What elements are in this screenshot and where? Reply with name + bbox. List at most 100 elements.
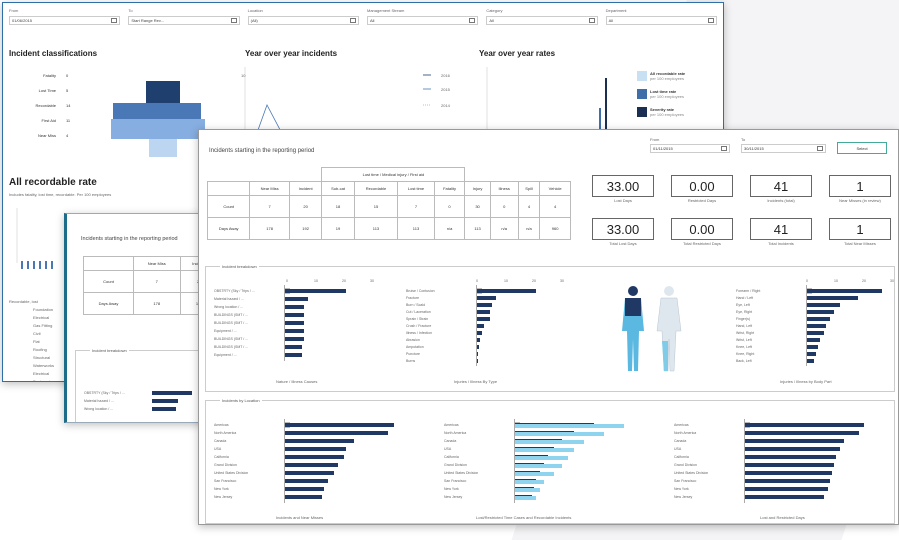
bar[interactable] — [284, 495, 322, 499]
select-button[interactable]: Select — [837, 142, 887, 154]
section-title: Incident breakdown — [90, 348, 129, 353]
filter-select[interactable]: Start Range Rev... — [128, 16, 240, 25]
chart-caption-causes: Nature / Illness Causes — [276, 379, 318, 384]
bar[interactable] — [806, 352, 816, 356]
bar[interactable] — [284, 345, 302, 349]
kpi-card: 1 Near Misses (in review) — [829, 175, 891, 203]
bar[interactable] — [806, 317, 830, 321]
bar[interactable] — [744, 479, 830, 483]
bar-secondary[interactable] — [514, 472, 554, 476]
bar[interactable] — [744, 447, 840, 451]
bar-secondary[interactable] — [514, 488, 540, 492]
category-label: Gas Fitting — [33, 323, 53, 328]
bar-secondary[interactable] — [514, 448, 574, 452]
incident-breakdown-section: Incident breakdown OBSTRTY (Sky / Trips … — [205, 264, 895, 392]
bar-secondary[interactable] — [514, 480, 544, 484]
bar[interactable] — [284, 487, 324, 491]
bar[interactable] — [284, 313, 304, 317]
bar[interactable] — [744, 487, 828, 491]
filter-dropdown-icon[interactable] — [111, 18, 118, 23]
bar[interactable] — [152, 399, 178, 403]
table-header-cell: Injury — [464, 181, 491, 196]
bar[interactable] — [284, 479, 328, 483]
bar[interactable] — [744, 431, 859, 435]
axis-line — [514, 419, 515, 503]
bar[interactable] — [284, 463, 338, 467]
table-cell: 7 — [132, 270, 181, 293]
table-cell: 20 — [288, 195, 323, 218]
filter-select[interactable]: 01/06/2015 — [9, 16, 121, 25]
bar-secondary[interactable] — [514, 456, 568, 460]
bar[interactable] — [284, 321, 304, 325]
bar-label: New Jersey — [674, 495, 693, 499]
bar-secondary[interactable] — [514, 464, 562, 468]
bar[interactable] — [284, 439, 354, 443]
bar-label: Abrasion — [406, 338, 420, 342]
bar[interactable] — [744, 463, 834, 467]
bar-label: United States Division — [444, 471, 479, 475]
bar[interactable] — [284, 337, 304, 341]
filter-dropdown-icon[interactable] — [230, 18, 237, 23]
bar[interactable] — [152, 407, 176, 411]
axis-tick: 20 — [532, 279, 536, 283]
bar[interactable] — [476, 310, 490, 314]
bar[interactable] — [806, 331, 824, 335]
bar-secondary[interactable] — [514, 432, 604, 436]
filter-dropdown-icon[interactable] — [707, 18, 714, 23]
filter-dropdown-icon[interactable] — [349, 18, 356, 23]
bar[interactable] — [284, 471, 334, 475]
bar-secondary[interactable] — [514, 424, 624, 428]
table-header-cell: Vehicle — [539, 181, 571, 196]
bar[interactable] — [284, 329, 304, 333]
bar[interactable] — [744, 471, 832, 475]
filter-label: Category — [486, 8, 503, 13]
filter-dropdown-icon[interactable] — [588, 18, 595, 23]
filter-select[interactable]: All — [366, 16, 479, 25]
bar[interactable] — [284, 305, 304, 309]
bar[interactable] — [284, 297, 308, 301]
bar[interactable] — [744, 495, 824, 499]
bar[interactable] — [744, 439, 844, 443]
bar[interactable] — [284, 431, 388, 435]
bar[interactable] — [806, 289, 882, 293]
bar[interactable] — [476, 331, 482, 335]
bar[interactable] — [476, 317, 490, 321]
bar[interactable] — [806, 338, 820, 342]
bar[interactable] — [284, 447, 346, 451]
bar[interactable] — [284, 289, 346, 293]
bar[interactable] — [744, 455, 836, 459]
bar[interactable] — [476, 324, 484, 328]
bar[interactable] — [806, 310, 834, 314]
bar[interactable] — [476, 296, 496, 300]
filter-select[interactable]: All — [486, 16, 598, 25]
bar-label: OBSTRTY (Sky / Trips / ... — [214, 289, 255, 293]
calendar-icon[interactable] — [721, 146, 727, 151]
filter-select[interactable]: All — [605, 16, 717, 25]
legend-2016: 2016 — [441, 73, 450, 78]
bar[interactable] — [806, 345, 818, 349]
bar[interactable] — [284, 423, 394, 427]
bar-label: North America — [674, 431, 697, 435]
bar[interactable] — [284, 353, 302, 357]
bar-label: USA — [214, 447, 222, 451]
incident-classifications-title: Incident classifications — [9, 49, 98, 58]
bar[interactable] — [152, 391, 192, 395]
filter-select[interactable]: (All) — [247, 16, 359, 25]
bar[interactable] — [806, 359, 814, 363]
bar[interactable] — [476, 338, 480, 342]
bar[interactable] — [806, 324, 826, 328]
to-date-input[interactable]: 30/11/2015 — [741, 144, 826, 153]
bar-secondary[interactable] — [514, 440, 584, 444]
bar[interactable] — [744, 423, 864, 427]
bar[interactable] — [284, 455, 344, 459]
calendar-icon[interactable] — [817, 146, 823, 151]
table-cell: Days Away — [206, 217, 251, 240]
bar[interactable] — [476, 303, 492, 307]
bar[interactable] — [806, 303, 840, 307]
bar[interactable] — [806, 296, 858, 300]
bar-secondary[interactable] — [514, 496, 536, 500]
filter-group: To Start Range Rev... — [128, 8, 240, 25]
bar[interactable] — [476, 289, 536, 293]
from-date-input[interactable]: 01/11/2015 — [650, 144, 730, 153]
filter-dropdown-icon[interactable] — [469, 18, 476, 23]
